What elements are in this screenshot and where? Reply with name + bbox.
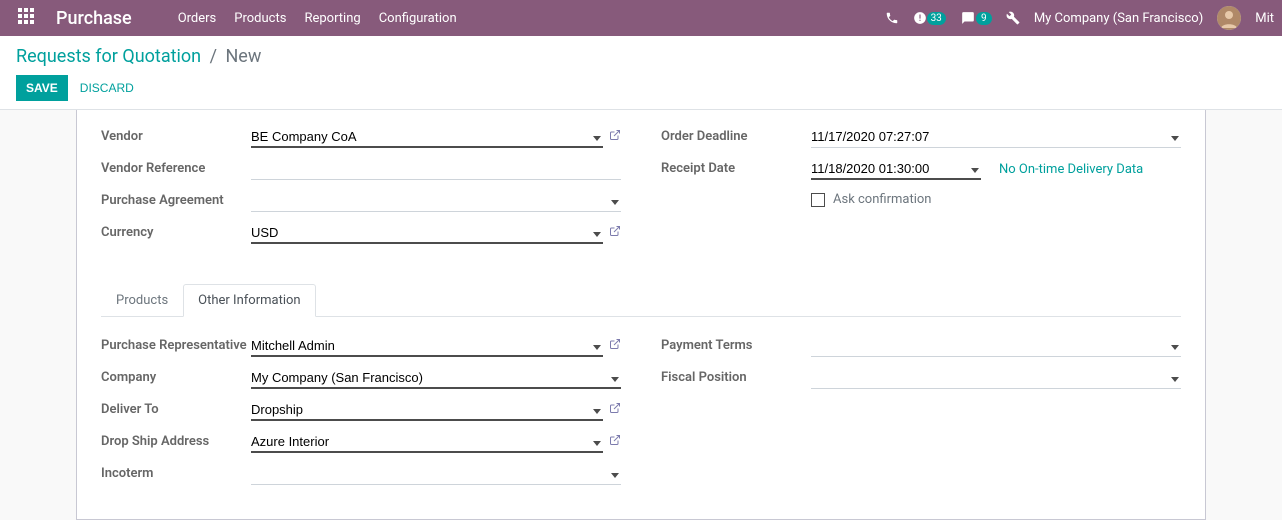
ask-confirmation-checkbox[interactable]	[811, 193, 825, 207]
form-sheet: Vendor Vendor Reference	[76, 110, 1206, 520]
messages-icon[interactable]: 9	[960, 11, 992, 25]
external-link-icon[interactable]	[609, 225, 621, 241]
avatar[interactable]	[1217, 6, 1241, 30]
breadcrumb-current: New	[225, 46, 261, 67]
ask-confirmation-label: Ask confirmation	[833, 192, 932, 207]
control-panel: Requests for Quotation / New Save Discar…	[0, 36, 1282, 110]
discard-button[interactable]: Discard	[80, 81, 134, 95]
app-brand[interactable]: Purchase	[56, 8, 132, 29]
breadcrumb-sep: /	[210, 46, 217, 67]
main-navbar: Purchase Orders Products Reporting Confi…	[0, 0, 1282, 36]
vendor-ref-label: Vendor Reference	[101, 158, 251, 176]
external-link-icon[interactable]	[609, 338, 621, 354]
breadcrumb: Requests for Quotation / New	[16, 46, 1266, 67]
fiscal-position-label: Fiscal Position	[661, 367, 811, 385]
payment-terms-input[interactable]	[811, 335, 1181, 357]
tab-products[interactable]: Products	[101, 284, 183, 317]
purchase-rep-label: Purchase Representative	[101, 335, 251, 353]
purchase-rep-input[interactable]	[251, 335, 603, 357]
save-button[interactable]: Save	[16, 75, 68, 101]
order-deadline-input[interactable]	[811, 126, 1181, 148]
nav-configuration[interactable]: Configuration	[379, 11, 457, 26]
company-label: Company	[101, 367, 251, 385]
apps-icon[interactable]	[18, 8, 38, 28]
receipt-date-input[interactable]	[811, 158, 981, 180]
breadcrumb-root[interactable]: Requests for Quotation	[16, 46, 201, 67]
nav-orders[interactable]: Orders	[178, 11, 217, 26]
external-link-icon[interactable]	[609, 129, 621, 145]
debug-icon[interactable]	[1006, 11, 1020, 25]
order-deadline-label: Order Deadline	[661, 126, 811, 144]
tab-other-information[interactable]: Other Information	[183, 284, 315, 317]
external-link-icon[interactable]	[609, 434, 621, 450]
deliver-to-label: Deliver To	[101, 399, 251, 417]
deliver-to-input[interactable]	[251, 399, 603, 421]
vendor-input[interactable]	[251, 126, 603, 148]
currency-label: Currency	[101, 222, 251, 240]
receipt-date-label: Receipt Date	[661, 158, 811, 176]
phone-icon[interactable]	[885, 11, 899, 25]
purchase-agreement-label: Purchase Agreement	[101, 190, 251, 208]
nav-reporting[interactable]: Reporting	[304, 11, 360, 26]
fiscal-position-input[interactable]	[811, 367, 1181, 389]
payment-terms-label: Payment Terms	[661, 335, 811, 353]
activities-icon[interactable]: 33	[913, 11, 946, 25]
incoterm-input[interactable]	[251, 463, 621, 485]
dropship-address-input[interactable]	[251, 431, 603, 453]
nav-products[interactable]: Products	[234, 11, 286, 26]
company-input[interactable]	[251, 367, 621, 389]
external-link-icon[interactable]	[609, 402, 621, 418]
dropship-address-label: Drop Ship Address	[101, 431, 251, 449]
notebook-tabs: Products Other Information	[101, 284, 1181, 317]
vendor-label: Vendor	[101, 126, 251, 144]
delivery-info: No On-time Delivery Data	[999, 162, 1143, 177]
currency-input[interactable]	[251, 222, 603, 244]
form-sheet-bg: Vendor Vendor Reference	[0, 110, 1282, 520]
incoterm-label: Incoterm	[101, 463, 251, 481]
user-name[interactable]: Mit	[1255, 11, 1274, 26]
activities-badge: 33	[927, 12, 946, 25]
company-switcher[interactable]: My Company (San Francisco)	[1034, 11, 1203, 26]
messages-badge: 9	[976, 12, 992, 25]
purchase-agreement-input[interactable]	[251, 190, 621, 212]
vendor-ref-input[interactable]	[251, 158, 621, 180]
tab-content-other: Purchase Representative Compa	[101, 317, 1181, 495]
nav-menu: Orders Products Reporting Configuration	[178, 11, 457, 26]
